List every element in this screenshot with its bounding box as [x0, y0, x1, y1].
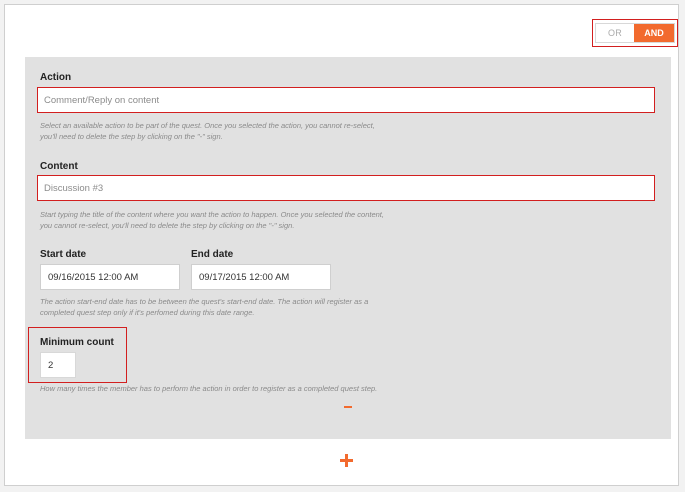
toggle-or-button[interactable]: OR — [596, 24, 634, 42]
toggle-and-button[interactable]: AND — [634, 24, 674, 42]
content-help-line-1: Start typing the title of the content wh… — [40, 210, 384, 219]
quest-step-container: OR AND Action Comment/Reply on content S… — [4, 4, 679, 486]
logic-toggle: OR AND — [595, 23, 675, 43]
minimum-count-help: How many times the member has to perform… — [40, 384, 378, 393]
minimum-count-field[interactable]: 2 — [40, 352, 76, 378]
content-field[interactable]: Discussion #3 — [37, 175, 655, 201]
content-help-line-2: you cannot re-select, you'll need to del… — [40, 221, 295, 230]
minimum-count-highlight: Minimum count 2 — [28, 327, 127, 383]
start-date-field[interactable]: 09/16/2015 12:00 AM — [40, 264, 180, 290]
end-date-field[interactable]: 09/17/2015 12:00 AM — [191, 264, 331, 290]
content-label: Content — [40, 161, 78, 172]
date-help-line-2: completed quest step only if it's perfom… — [40, 308, 255, 317]
start-date-label: Start date — [40, 249, 87, 260]
action-field[interactable]: Comment/Reply on content — [37, 87, 655, 113]
minimum-count-label: Minimum count — [40, 337, 114, 348]
logic-toggle-highlight: OR AND — [592, 19, 678, 47]
step-panel: Action Comment/Reply on content Select a… — [25, 57, 671, 439]
plus-icon[interactable] — [339, 453, 355, 469]
action-help-line-1: Select an available action to be part of… — [40, 121, 375, 130]
action-label: Action — [40, 72, 72, 83]
date-help-line-1: The action start-end date has to be betw… — [40, 297, 369, 306]
minus-icon[interactable] — [341, 400, 355, 414]
end-date-label: End date — [191, 249, 234, 260]
action-help-line-2: you'll need to delete the step by clicki… — [40, 132, 223, 141]
